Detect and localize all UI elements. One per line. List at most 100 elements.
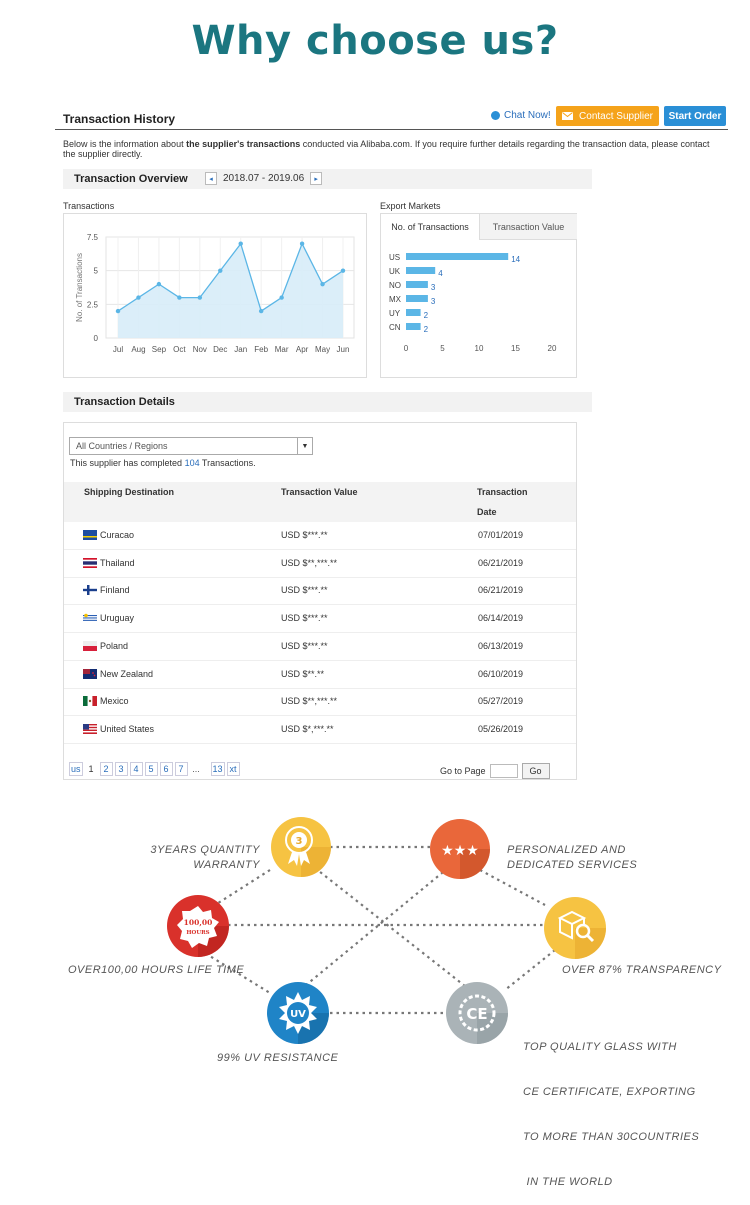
contact-supplier-label: Contact Supplier bbox=[579, 110, 653, 122]
cell-value: USD $*,***.** bbox=[281, 723, 334, 734]
x-tick-label: Sep bbox=[152, 345, 167, 354]
country-name: Thailand bbox=[100, 557, 135, 568]
country-name: New Zealand bbox=[100, 668, 154, 679]
bar bbox=[406, 295, 428, 302]
col-transaction-date: Transaction bbox=[477, 487, 528, 497]
x-tick-label: 15 bbox=[511, 344, 520, 353]
export-markets-panel: No. of Transactions Transaction Value US… bbox=[380, 213, 577, 378]
page-2-button[interactable]: 2 bbox=[99, 762, 113, 776]
transaction-history-title: Transaction History bbox=[63, 112, 176, 126]
export-markets-label: Export Markets bbox=[380, 201, 441, 211]
uv-feature-text: 99% UV RESISTANCE bbox=[217, 1052, 339, 1064]
cell-value: USD $**,***.** bbox=[281, 557, 338, 568]
page-3-button[interactable]: 3 bbox=[114, 762, 128, 776]
chat-now-link[interactable]: Chat Now! bbox=[491, 110, 551, 121]
bar-value-label: 2 bbox=[424, 311, 429, 320]
country-filter-select[interactable]: All Countries / Regions ▼ bbox=[69, 437, 313, 455]
table-row: Mexico USD $**,***.** 05/27/2019 bbox=[64, 688, 576, 717]
poland-flag-icon bbox=[83, 640, 97, 651]
thailand-flag-icon bbox=[83, 557, 97, 568]
cell-value: USD $***.** bbox=[281, 530, 328, 540]
quality-line1: TOP QUALITY GLASS WITH bbox=[523, 1041, 677, 1053]
cell-date: 06/21/2019 bbox=[478, 557, 524, 568]
services-line1: PERSONALIZED AND bbox=[507, 844, 626, 856]
page-6-button[interactable]: 6 bbox=[159, 762, 173, 776]
finland-flag-icon bbox=[83, 585, 97, 596]
ce-certificate-icon: CE bbox=[446, 982, 508, 1044]
bar-category-label: CN bbox=[389, 323, 401, 332]
x-tick-label: 10 bbox=[475, 344, 484, 353]
quality-line4: IN THE WORLD bbox=[523, 1176, 613, 1188]
data-point bbox=[218, 268, 223, 273]
x-tick-label: 0 bbox=[404, 344, 409, 353]
cell-date: 05/27/2019 bbox=[478, 696, 524, 707]
table-row: Poland USD $***.** 06/13/2019 bbox=[64, 633, 576, 661]
warranty-badge-text: 3 bbox=[296, 836, 303, 847]
bar-value-label: 4 bbox=[438, 269, 443, 278]
bar-category-label: MX bbox=[389, 295, 402, 304]
y-tick-label: 0 bbox=[94, 334, 99, 343]
intro-pre: Below is the information about bbox=[63, 139, 187, 149]
data-point bbox=[258, 308, 264, 314]
y-tick-label: 7.5 bbox=[87, 233, 99, 242]
table-row: Finland USD $***.** 06/21/2019 bbox=[64, 577, 576, 606]
uv-badge-icon: UV bbox=[267, 982, 329, 1044]
cell-destination: New Zealand bbox=[83, 668, 154, 679]
transaction-overview-header: Transaction Overview bbox=[63, 169, 592, 189]
cell-destination: United States bbox=[83, 723, 154, 734]
cell-date: 06/21/2019 bbox=[478, 585, 524, 596]
goto-page-input[interactable] bbox=[489, 764, 518, 778]
contact-supplier-button[interactable]: Contact Supplier bbox=[556, 106, 659, 126]
svg-text:★★★: ★★★ bbox=[441, 843, 479, 859]
goto-label: Go to Page bbox=[440, 766, 486, 776]
next-range-button[interactable]: ▸ bbox=[310, 172, 323, 185]
bar bbox=[406, 323, 421, 330]
table-row: Curacao USD $***.** 07/01/2019 bbox=[64, 522, 576, 550]
hours-badge-line2: HOURS bbox=[186, 930, 209, 936]
page-7-button[interactable]: 7 bbox=[174, 762, 188, 776]
country-name: Curacao bbox=[100, 530, 135, 540]
tab-no-of-transactions[interactable]: No. of Transactions bbox=[381, 214, 479, 240]
chat-now-label: Chat Now! bbox=[504, 110, 551, 121]
page-13-button[interactable]: 13 bbox=[210, 762, 225, 776]
x-tick-label: Mar bbox=[275, 345, 289, 354]
box-magnifier-icon bbox=[544, 897, 606, 959]
go-button[interactable]: Go bbox=[521, 763, 550, 779]
usa-flag-icon bbox=[83, 723, 97, 734]
bar bbox=[406, 267, 436, 274]
page-5-button[interactable]: 5 bbox=[144, 762, 158, 776]
bar bbox=[406, 309, 421, 316]
warranty-feature-text: 3YEARS QUANTITY WARRANTY bbox=[140, 843, 260, 873]
next-page-button[interactable]: xt bbox=[226, 762, 240, 776]
table-row: United States USD $*,***.** 05/26/2019 bbox=[64, 716, 576, 744]
chevron-down-icon: ▼ bbox=[297, 438, 312, 454]
y-axis-title: No. of Transactions bbox=[75, 253, 84, 322]
country-name: Uruguay bbox=[100, 613, 135, 624]
quality-line3: TO MORE THAN 30COUNTRIES bbox=[523, 1131, 700, 1143]
x-tick-label: Jun bbox=[337, 345, 350, 354]
cell-value: USD $**,***.** bbox=[281, 696, 338, 707]
bar-value-label: 3 bbox=[431, 297, 436, 306]
details-title: Transaction Details bbox=[74, 396, 175, 408]
start-order-button[interactable]: Start Order bbox=[664, 106, 726, 126]
page-4-button[interactable]: 4 bbox=[129, 762, 143, 776]
prev-range-button[interactable]: ◂ bbox=[205, 172, 217, 185]
mexico-flag-icon bbox=[83, 696, 97, 707]
data-point bbox=[156, 281, 162, 287]
export-markets-bar-chart: US 14UK 4NO 3MX 3UY 2CN 20 5 10 15 20 bbox=[389, 253, 557, 353]
col-date: Date bbox=[477, 507, 497, 517]
pager-ellipsis: ... bbox=[192, 764, 200, 774]
data-point bbox=[115, 308, 121, 314]
table-row: New Zealand USD $**.** 06/10/2019 bbox=[64, 661, 576, 689]
bar-value-label: 14 bbox=[511, 255, 520, 264]
bar-value-label: 2 bbox=[424, 325, 429, 334]
tab-transaction-value[interactable]: Transaction Value bbox=[479, 214, 577, 240]
transactions-chart-panel: 0 2.5 5 7.5 Jul Aug Sep Oct Nov Dec Jan Feb Mar Apr Ma… bbox=[63, 213, 367, 378]
prev-page-button[interactable]: us bbox=[69, 762, 83, 776]
transactions-area-chart: 0 2.5 5 7.5 Jul Aug Sep Oct Nov Dec Jan Feb Mar Apr Ma… bbox=[75, 233, 355, 354]
x-tick-label: Oct bbox=[173, 345, 186, 354]
cell-value: USD $***.** bbox=[281, 640, 328, 651]
warranty-badge-icon: 3 bbox=[271, 817, 331, 877]
uv-badge-text: UV bbox=[290, 1009, 306, 1020]
country-name: Mexico bbox=[100, 696, 129, 707]
